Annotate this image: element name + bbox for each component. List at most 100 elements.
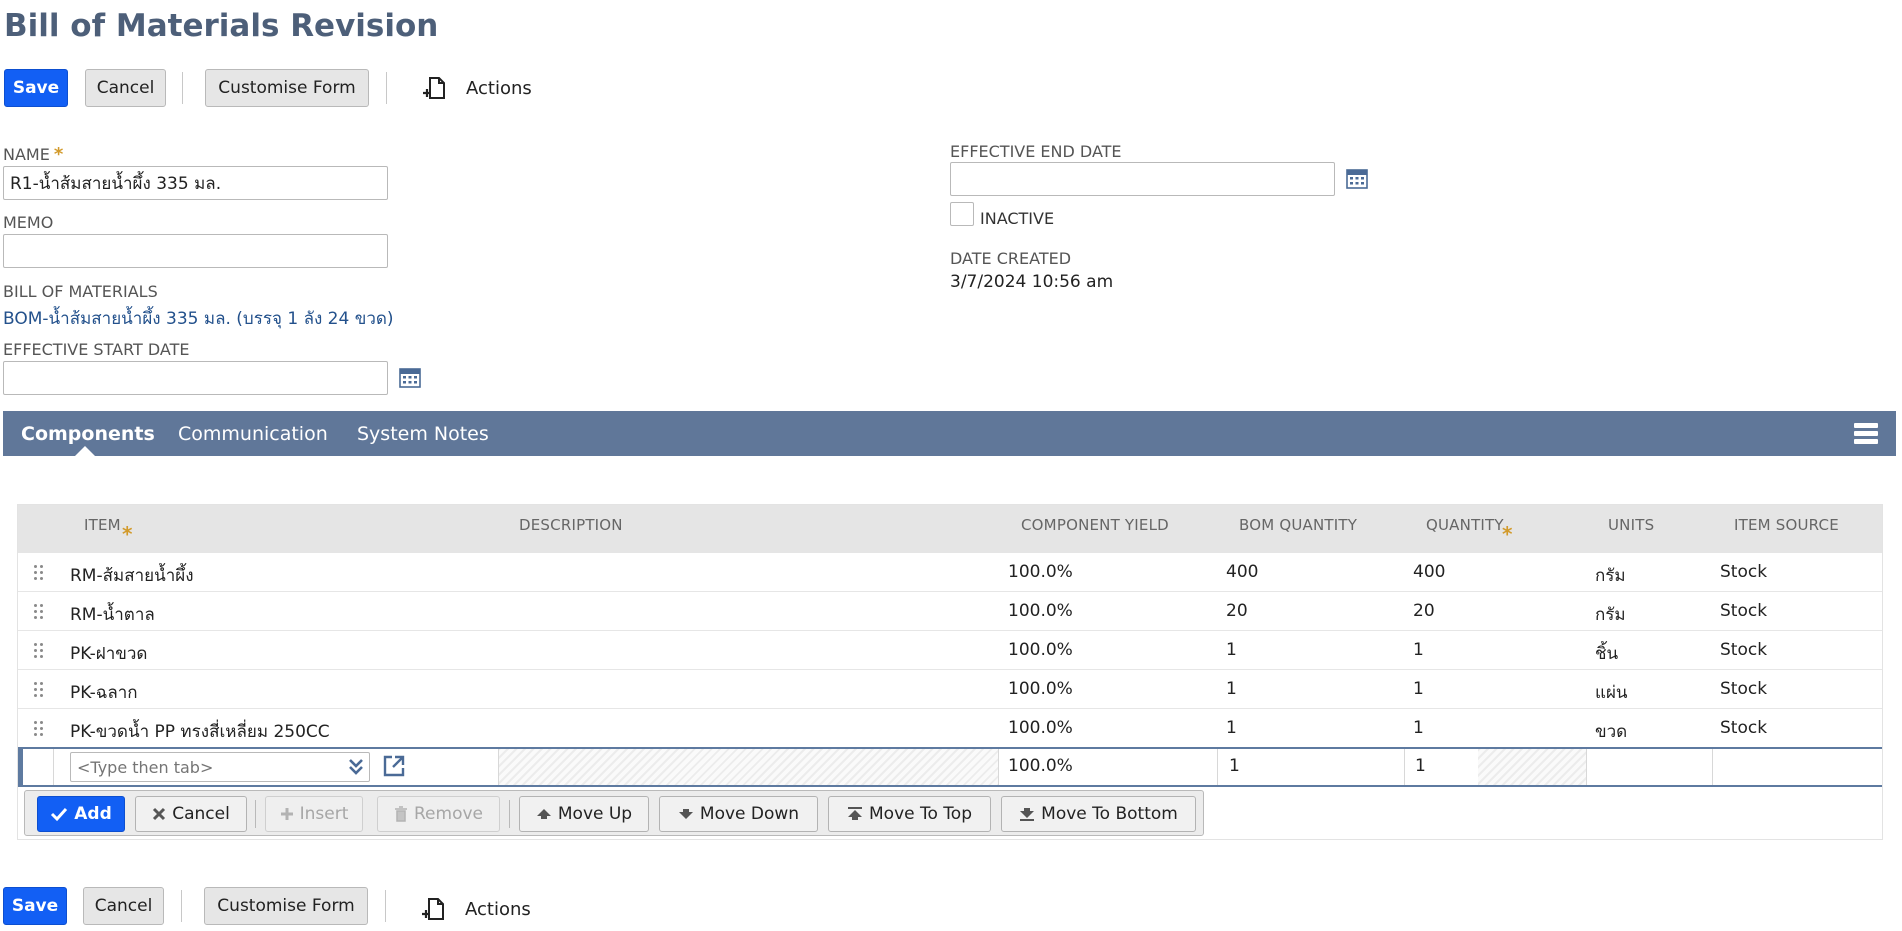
cell-quantity: 1 bbox=[1413, 640, 1424, 660]
inactive-label: INACTIVE bbox=[980, 209, 1055, 228]
cell-item-source: Stock bbox=[1720, 601, 1768, 621]
cell-item: RM-ส้มสายน้ำผึ้ง bbox=[70, 566, 194, 586]
move-to-bottom-button[interactable]: Move To Bottom bbox=[1001, 796, 1196, 832]
drag-handle-icon[interactable] bbox=[34, 604, 46, 622]
components-grid: ITEM * DESCRIPTION COMPONENT YIELD BOM QU… bbox=[17, 504, 1883, 840]
toolbar-divider bbox=[255, 800, 256, 828]
cell-divider bbox=[1404, 749, 1405, 785]
remove-line-button[interactable]: Remove bbox=[377, 796, 500, 832]
table-row[interactable]: RM-น้ำตาล 100.0% 20 20 กรัม Stock bbox=[18, 592, 1882, 631]
new-line-quantity[interactable]: 1 bbox=[1415, 756, 1426, 776]
description-cell-readonly bbox=[498, 749, 998, 785]
cell-units: แผ่น bbox=[1595, 683, 1628, 703]
grid-header: ITEM * DESCRIPTION COMPONENT YIELD BOM QU… bbox=[18, 505, 1882, 553]
new-line-row[interactable]: 100.0% 1 1 bbox=[18, 747, 1882, 787]
drag-handle-icon[interactable] bbox=[34, 682, 46, 700]
bom-link[interactable]: BOM-น้ำส้มสายน้ำผึ้ง 335 มล. (บรรจุ 1 ลั… bbox=[3, 305, 394, 332]
start-date-field[interactable] bbox=[3, 361, 388, 395]
cell-units: กรัม bbox=[1595, 605, 1626, 625]
cell-item: PK-ฉลาก bbox=[70, 683, 138, 703]
cancel-button[interactable]: Cancel bbox=[85, 69, 166, 107]
menu-icon[interactable] bbox=[1854, 423, 1878, 445]
cell-quantity: 20 bbox=[1413, 601, 1435, 621]
end-date-label: EFFECTIVE END DATE bbox=[950, 142, 1122, 161]
name-field[interactable] bbox=[3, 166, 388, 200]
cell-bom-quantity: 1 bbox=[1226, 679, 1237, 699]
toolbar-divider bbox=[386, 72, 387, 104]
customise-form-button[interactable]: Customise Form bbox=[205, 69, 369, 107]
table-row[interactable]: PK-ฉลาก 100.0% 1 1 แผ่น Stock bbox=[18, 670, 1882, 709]
tab-system-notes[interactable]: System Notes bbox=[357, 423, 489, 445]
cancel-line-button[interactable]: Cancel bbox=[135, 796, 247, 832]
actions-menu-bottom[interactable]: Actions bbox=[421, 896, 531, 922]
cell-divider bbox=[53, 749, 54, 785]
drag-handle-icon[interactable] bbox=[34, 721, 46, 739]
cell-bom-quantity: 20 bbox=[1226, 601, 1248, 621]
move-to-top-button[interactable]: Move To Top bbox=[828, 796, 991, 832]
subtab-bar: Components Communication System Notes bbox=[3, 411, 1896, 456]
cell-item-source: Stock bbox=[1720, 640, 1768, 660]
cell-item-source: Stock bbox=[1720, 679, 1768, 699]
line-action-toolbar: Add Cancel Insert Remove Move Up Move Do… bbox=[24, 790, 1204, 836]
customise-form-button-bottom[interactable]: Customise Form bbox=[204, 887, 368, 925]
new-line-bom-quantity[interactable]: 1 bbox=[1229, 756, 1240, 776]
move-up-button[interactable]: Move Up bbox=[519, 796, 649, 832]
checkmark-icon bbox=[51, 807, 68, 822]
memo-field[interactable] bbox=[3, 234, 388, 268]
insert-line-button[interactable]: Insert bbox=[265, 796, 363, 832]
plus-icon bbox=[280, 808, 293, 820]
x-icon bbox=[153, 807, 166, 821]
actions-label: Actions bbox=[466, 77, 532, 99]
arrow-up-icon bbox=[536, 809, 551, 819]
name-label: NAME * bbox=[3, 144, 64, 165]
calendar-icon[interactable] bbox=[399, 368, 421, 388]
item-input[interactable] bbox=[70, 752, 370, 782]
cell-divider bbox=[1586, 749, 1587, 785]
column-header-quantity: QUANTITY * bbox=[1426, 516, 1513, 546]
cell-quantity: 1 bbox=[1413, 679, 1424, 699]
cell-bom-quantity: 1 bbox=[1226, 640, 1237, 660]
cell-divider bbox=[1712, 749, 1713, 785]
open-link-icon[interactable] bbox=[382, 754, 406, 778]
save-button[interactable]: Save bbox=[4, 69, 68, 107]
cell-component-yield: 100.0% bbox=[1008, 601, 1073, 621]
column-header-item: ITEM * bbox=[84, 516, 133, 546]
save-button-bottom[interactable]: Save bbox=[3, 887, 67, 925]
bom-label: BILL OF MATERIALS bbox=[3, 282, 158, 301]
required-asterisk: * bbox=[122, 522, 133, 546]
arrow-down-icon bbox=[678, 809, 693, 819]
quantity-cell-readonly bbox=[1478, 749, 1586, 785]
add-line-button[interactable]: Add bbox=[37, 796, 125, 832]
column-header-units: UNITS bbox=[1608, 516, 1655, 534]
toolbar-divider bbox=[509, 800, 510, 828]
drag-handle-icon[interactable] bbox=[34, 643, 46, 661]
memo-label: MEMO bbox=[3, 213, 54, 232]
cell-units: ชิ้น bbox=[1595, 644, 1619, 664]
calendar-icon[interactable] bbox=[1346, 169, 1368, 189]
actions-label: Actions bbox=[465, 898, 531, 920]
cell-units: กรัม bbox=[1595, 566, 1626, 586]
drag-handle-icon[interactable] bbox=[34, 565, 46, 583]
end-date-field[interactable] bbox=[950, 162, 1335, 196]
actions-menu[interactable]: Actions bbox=[422, 75, 532, 101]
column-header-bom-quantity: BOM QUANTITY bbox=[1239, 516, 1358, 534]
table-row[interactable]: PK-ขวดน้ำ PP ทรงสี่เหลี่ยม 250CC 100.0% 1 1… bbox=[18, 709, 1882, 748]
move-down-button[interactable]: Move Down bbox=[659, 796, 818, 832]
cell-item: PK-ขวดน้ำ PP ทรงสี่เหลี่ยม 250CC bbox=[70, 722, 330, 742]
date-created-label: DATE CREATED bbox=[950, 249, 1072, 268]
table-row[interactable]: RM-ส้มสายน้ำผึ้ง 100.0% 400 400 กรัม Stock bbox=[18, 553, 1882, 592]
cancel-button-bottom[interactable]: Cancel bbox=[83, 887, 164, 925]
new-line-yield[interactable]: 100.0% bbox=[1008, 756, 1073, 776]
trash-icon bbox=[395, 806, 407, 822]
cell-component-yield: 100.0% bbox=[1008, 679, 1073, 699]
toolbar-divider bbox=[182, 72, 183, 104]
toolbar-divider bbox=[385, 890, 386, 922]
move-bottom-icon bbox=[1020, 808, 1035, 821]
start-date-label: EFFECTIVE START DATE bbox=[3, 340, 190, 359]
tab-communication[interactable]: Communication bbox=[178, 423, 328, 445]
table-row[interactable]: PK-ฝาขวด 100.0% 1 1 ชิ้น Stock bbox=[18, 631, 1882, 670]
cell-divider bbox=[1217, 749, 1218, 785]
dropdown-icon[interactable] bbox=[348, 758, 364, 776]
inactive-checkbox[interactable] bbox=[950, 202, 974, 226]
tab-components[interactable]: Components bbox=[21, 423, 155, 445]
